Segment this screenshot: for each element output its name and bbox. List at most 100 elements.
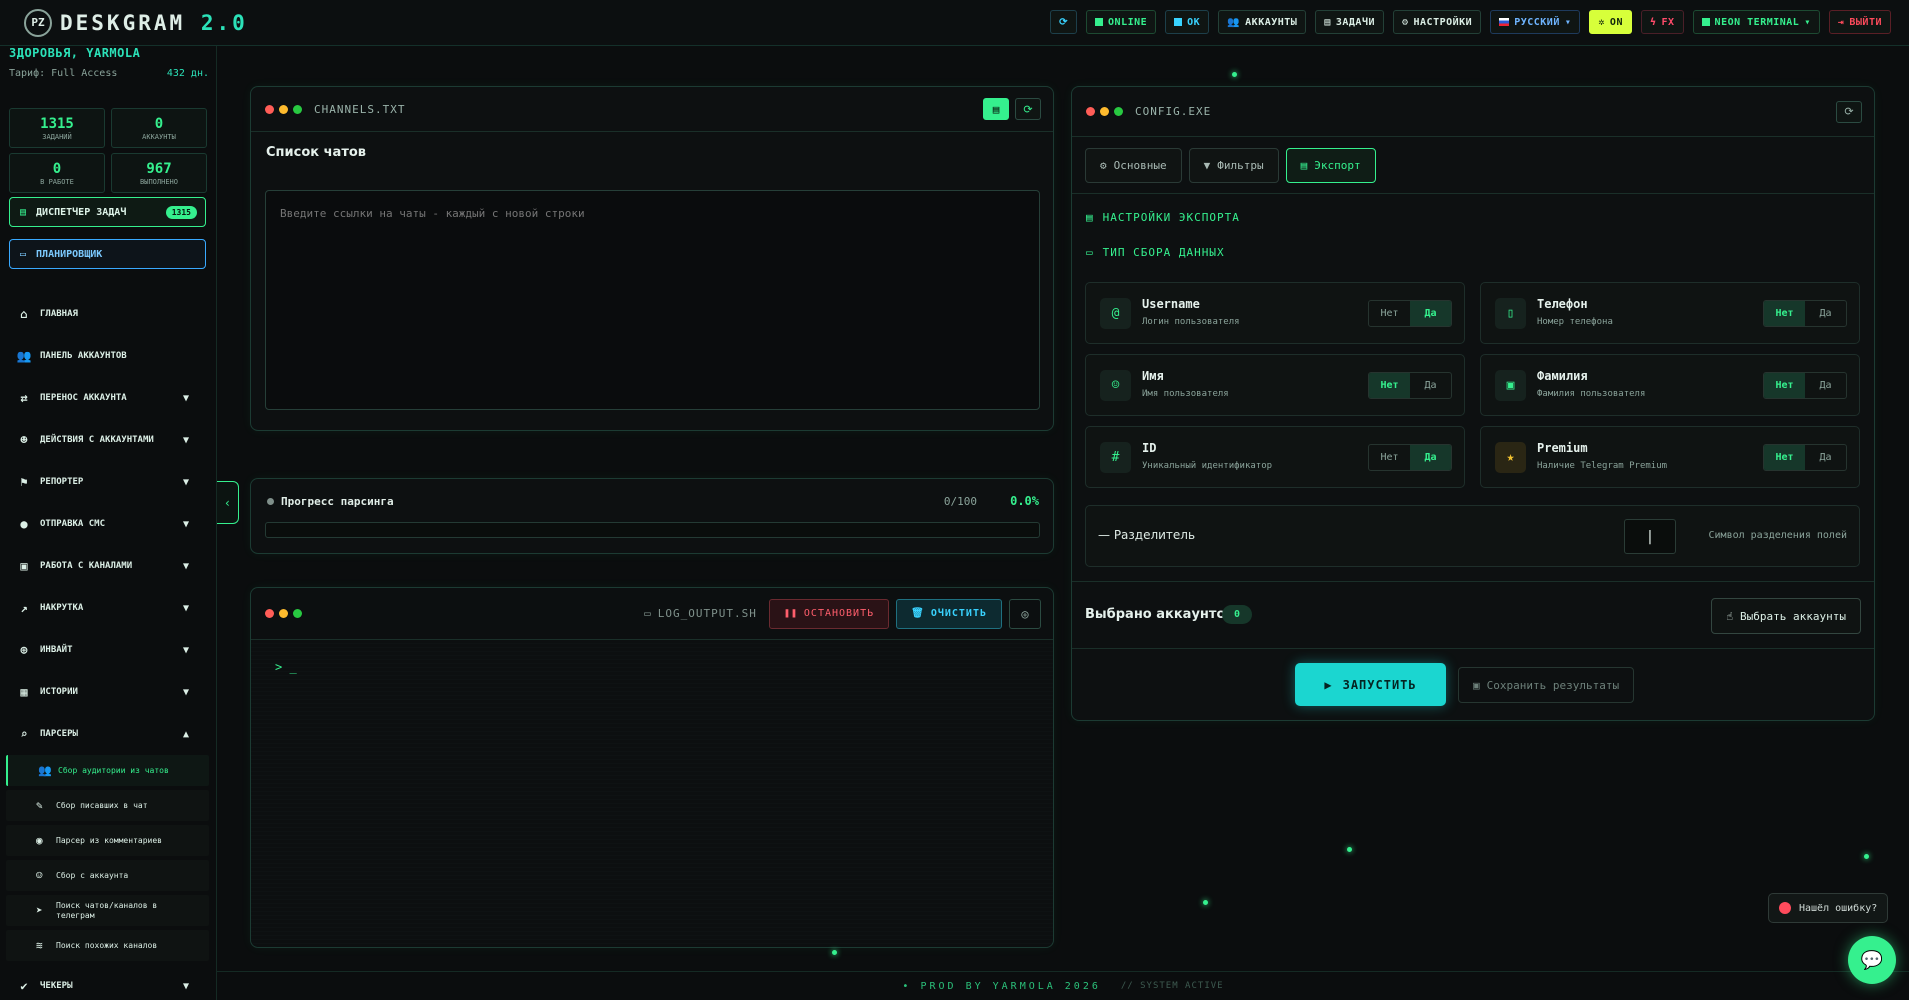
divider: [1072, 581, 1874, 582]
terminal-icon: ▭: [644, 607, 652, 620]
toggle-no-option[interactable]: Нет: [1764, 445, 1805, 470]
planner-button[interactable]: ▭ ПЛАНИРОВЩИК: [9, 239, 206, 269]
reset-config-button[interactable]: ⟳: [1836, 100, 1862, 123]
reload-button[interactable]: ⟳: [1015, 98, 1041, 120]
settings-label: НАСТРОЙКИ: [1413, 16, 1473, 28]
toggle-no-option[interactable]: Нет: [1369, 445, 1410, 470]
separator-input[interactable]: [1624, 519, 1676, 554]
save-results-button[interactable]: ▣ Сохранить результаты: [1458, 667, 1635, 703]
accounts-button[interactable]: 👥 АККАУНТЫ: [1218, 10, 1307, 34]
load-file-button[interactable]: ▤: [983, 98, 1009, 120]
toggle-yes-option[interactable]: Да: [1805, 445, 1846, 470]
minimize-dot-icon[interactable]: [1100, 107, 1109, 116]
user-greeting: ЗДОРОВЬЯ, YARMOLA: [9, 46, 141, 60]
power-toggle[interactable]: ✲ ON: [1589, 10, 1632, 34]
sidebar-collapse-toggle[interactable]: ‹: [217, 481, 239, 524]
sub-item-from-account[interactable]: ☺ Сбор с аккаунта: [6, 860, 209, 891]
selected-accounts-count: 0: [1222, 605, 1252, 624]
sidebar-item-checkers[interactable]: ✔ ЧЕКЕРЫ ▼: [0, 965, 217, 1000]
sub-item-audience-from-chats[interactable]: 👥 Сбор аудитории из чатов: [6, 755, 209, 786]
choose-accounts-button[interactable]: ☝ Выбрать аккаунты: [1711, 598, 1861, 634]
sidebar-item-stories[interactable]: ▦ ИСТОРИИ ▼: [0, 671, 217, 713]
close-dot-icon[interactable]: [1086, 107, 1095, 116]
dispatcher-count-badge: 1315: [165, 205, 197, 219]
maximize-dot-icon[interactable]: [293, 104, 302, 114]
sub-item-chat-writers[interactable]: ✎ Сбор писавших в чат: [6, 790, 209, 821]
tab-export[interactable]: ▤ Экспорт: [1285, 148, 1376, 183]
export-field-card: @ Username Логин пользователя Нет Да: [1085, 282, 1465, 344]
minimize-dot-icon[interactable]: [279, 104, 288, 114]
toggle-yes-option[interactable]: Да: [1410, 373, 1451, 398]
sidebar-item-invite[interactable]: ⊕ ИНВАЙТ ▼: [0, 629, 217, 671]
toggle-no-option[interactable]: Нет: [1764, 301, 1805, 326]
close-dot-icon[interactable]: [265, 104, 274, 114]
theme-select[interactable]: NEON TERMINAL ▾: [1692, 10, 1820, 34]
telegram-icon: ➤: [36, 904, 43, 917]
toggle-yes-option[interactable]: Да: [1805, 373, 1846, 398]
choose-label: Выбрать аккаунты: [1740, 609, 1846, 623]
chevron-down-icon: ▾: [1804, 16, 1811, 28]
play-icon: ▶: [1324, 677, 1333, 692]
chat-links-input[interactable]: [265, 190, 1040, 410]
language-select[interactable]: РУССКИЙ ▾: [1490, 10, 1581, 34]
refresh-button[interactable]: ⟳: [1050, 10, 1078, 34]
clear-button[interactable]: 🗑 ОЧИСТИТЬ: [896, 598, 1002, 629]
tab-label: Основные: [1113, 159, 1167, 172]
toggle-no-option[interactable]: Нет: [1369, 373, 1410, 398]
sidebar-item-channels[interactable]: ▣ РАБОТА С КАНАЛАМИ ▼: [0, 545, 217, 587]
fx-toggle[interactable]: ϟ FX: [1640, 10, 1684, 34]
settings-button[interactable]: ⚙ НАСТРОЙКИ: [1392, 10, 1482, 34]
app-logo[interactable]: PZ DESKGRAM 2.0: [24, 8, 248, 37]
tab-main[interactable]: ⚙ Основные: [1085, 148, 1182, 183]
close-dot-icon[interactable]: [265, 609, 274, 618]
run-button[interactable]: ▶ ЗАПУСТИТЬ: [1295, 663, 1446, 706]
toggle-no-option[interactable]: Нет: [1369, 301, 1410, 326]
sidebar-item-boost[interactable]: ↗ НАКРУТКА ▼: [0, 587, 217, 629]
sidebar-item-home[interactable]: ⌂ ГЛАВНАЯ: [0, 293, 217, 335]
sidebar-item-sms[interactable]: ● ОТПРАВКА СМС ▼: [0, 503, 217, 545]
sidebar-item-accounts-panel[interactable]: 👥 ПАНЕЛЬ АККАУНТОВ: [0, 335, 217, 377]
stop-button[interactable]: ❚❚ ОСТАНОВИТЬ: [768, 598, 890, 629]
gear-icon: ⚙: [1401, 16, 1409, 28]
trash-icon: 🗑: [911, 608, 925, 619]
sidebar-item-label: ПАНЕЛЬ АККАУНТОВ: [40, 351, 127, 361]
toggle-visibility-button[interactable]: ◎: [1009, 598, 1041, 629]
file-icon: ▤: [992, 102, 1000, 116]
sub-item-label: Сбор писавших в чат: [56, 800, 148, 810]
toggle-no-option[interactable]: Нет: [1764, 373, 1805, 398]
flag-ru-icon: [1499, 18, 1510, 26]
toggle-yes-option[interactable]: Да: [1410, 445, 1451, 470]
tab-filters[interactable]: ▼ Фильтры: [1188, 148, 1279, 183]
online-status-button[interactable]: ONLINE: [1086, 10, 1157, 34]
toggle-yes-option[interactable]: Да: [1410, 301, 1451, 326]
sidebar-item-account-actions[interactable]: ☻ ДЕЙСТВИЯ С АККАУНТАМИ ▼: [0, 419, 217, 461]
maximize-dot-icon[interactable]: [1114, 107, 1123, 116]
sidebar-item-parsers[interactable]: ⌕ ПАРСЕРЫ ▲: [0, 713, 217, 755]
export-field-card: ☺ Имя Имя пользователя Нет Да: [1085, 354, 1465, 416]
chat-icon: 💬: [1860, 949, 1884, 971]
export-fields: @ Username Логин пользователя Нет Да ▯ Телефон…: [1085, 282, 1860, 488]
field-name: ID: [1142, 441, 1157, 455]
sub-item-similar-channels[interactable]: ≋ Поиск похожих каналов: [6, 930, 209, 961]
support-chat-button[interactable]: 💬: [1848, 936, 1896, 984]
progress-count: 0/100: [943, 495, 977, 508]
sidebar-item-label: ОТПРАВКА СМС: [40, 519, 106, 529]
sidebar-item-account-transfer[interactable]: ⇄ ПЕРЕНОС АККАУНТА ▼: [0, 377, 217, 419]
minimize-dot-icon[interactable]: [279, 609, 288, 618]
data-type-heading: ▭ ТИП СБОРА ДАННЫХ: [1086, 246, 1225, 259]
bug-label: Нашёл ошибку?: [1799, 902, 1878, 914]
app-version: 2.0: [200, 10, 248, 35]
maximize-dot-icon[interactable]: [293, 609, 302, 618]
sub-item-comments-parser[interactable]: ◉ Парсер из комментариев: [6, 825, 209, 856]
separator-label: — Разделитель: [1098, 528, 1196, 542]
report-bug-button[interactable]: Нашёл ошибку?: [1768, 893, 1889, 923]
refresh-icon: ⟳: [1844, 105, 1854, 118]
ok-status-button[interactable]: OK: [1165, 10, 1210, 34]
tasks-button[interactable]: ▤ ЗАДАЧИ: [1315, 10, 1384, 34]
sidebar-item-reporter[interactable]: ⚑ РЕПОРТЕР ▼: [0, 461, 217, 503]
logout-button[interactable]: ⇥ ВЫЙТИ: [1828, 10, 1891, 34]
log-output[interactable]: > _: [251, 640, 1053, 947]
task-dispatcher-button[interactable]: ▤ ДИСПЕТЧЕР ЗАДАЧ 1315: [9, 197, 206, 227]
toggle-yes-option[interactable]: Да: [1805, 301, 1846, 326]
sub-item-telegram-search[interactable]: ➤ Поиск чатов/каналов в телеграм: [6, 895, 209, 926]
